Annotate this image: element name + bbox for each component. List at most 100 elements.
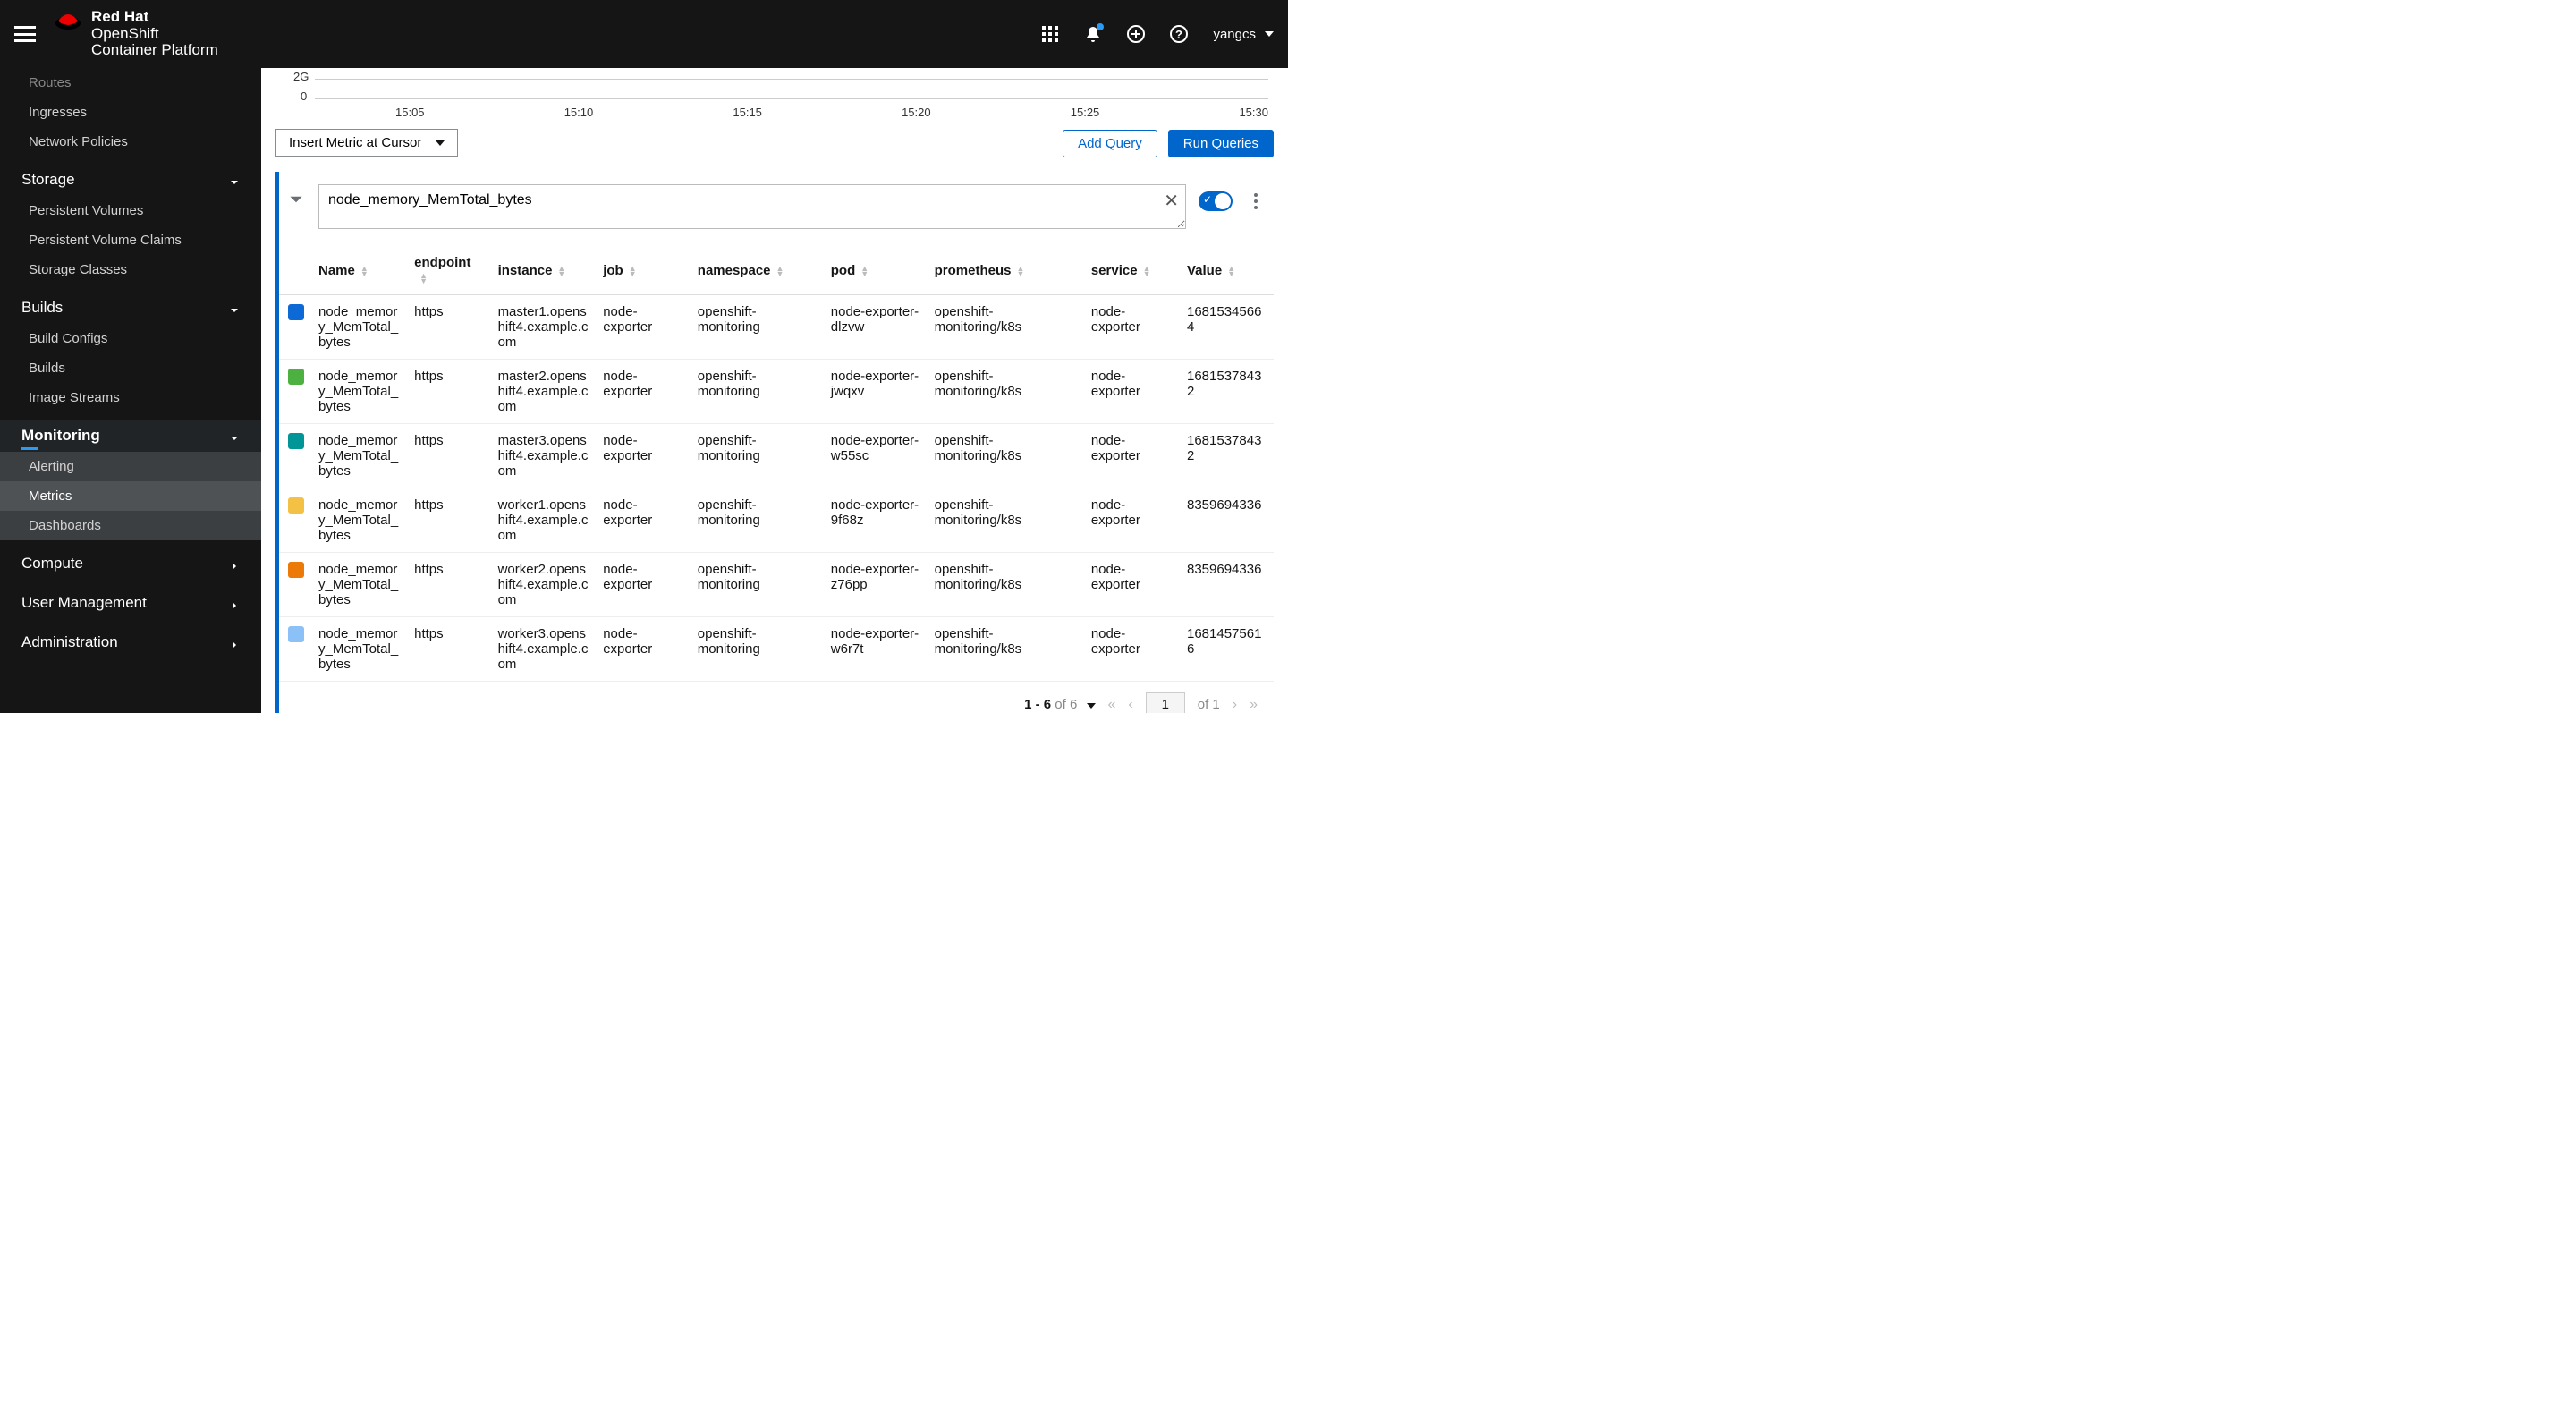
- sidebar-section-user-management[interactable]: User Management: [0, 587, 261, 619]
- sidebar-item-metrics[interactable]: Metrics: [0, 481, 261, 511]
- clear-query-icon[interactable]: ✕: [1164, 190, 1179, 212]
- sidebar-item-storage-classes[interactable]: Storage Classes: [0, 255, 261, 284]
- sidebar-section-storage[interactable]: Storage: [0, 164, 261, 196]
- query-kebab-menu[interactable]: [1249, 191, 1263, 211]
- sort-icon[interactable]: ▲▼: [360, 266, 369, 276]
- cell-endpoint: https: [407, 360, 490, 424]
- page-prev-button[interactable]: ‹: [1128, 697, 1132, 713]
- sidebar-item-builds[interactable]: Builds: [0, 353, 261, 383]
- sort-icon[interactable]: ▲▼: [419, 273, 428, 284]
- sidebar-section-monitoring[interactable]: Monitoring: [0, 420, 261, 452]
- query-enabled-toggle[interactable]: [1199, 191, 1233, 211]
- cell-endpoint: https: [407, 488, 490, 553]
- insert-metric-dropdown[interactable]: Insert Metric at Cursor: [275, 129, 458, 157]
- cell-job: node-exporter: [596, 488, 691, 553]
- cell-prometheus: openshift-monitoring/k8s: [928, 553, 1084, 617]
- cell-job: node-exporter: [596, 360, 691, 424]
- cell-namespace: openshift-monitoring: [691, 360, 824, 424]
- sort-icon[interactable]: ▲▼: [557, 266, 565, 276]
- sidebar-section-compute[interactable]: Compute: [0, 547, 261, 580]
- help-icon[interactable]: ?: [1170, 25, 1188, 43]
- page-last-button[interactable]: »: [1250, 697, 1258, 713]
- y-tick-2g: 2G: [293, 70, 365, 83]
- main-content: 2G 0 15:05 15:10 15:15 15:20 15:25 15:30…: [261, 68, 1288, 713]
- chevron-right-icon: [229, 598, 240, 608]
- cell-job: node-exporter: [596, 295, 691, 360]
- cell-prometheus: openshift-monitoring/k8s: [928, 360, 1084, 424]
- cell-value: 16814575616: [1180, 617, 1274, 682]
- cell-value: 16815345664: [1180, 295, 1274, 360]
- cell-instance: worker2.openshift4.example.com: [491, 553, 597, 617]
- sort-icon[interactable]: ▲▼: [1016, 266, 1024, 276]
- page-first-button[interactable]: «: [1108, 697, 1116, 713]
- th-service[interactable]: service▲▼: [1084, 246, 1180, 295]
- page-number-input[interactable]: 1: [1146, 692, 1185, 713]
- sort-icon[interactable]: ▲▼: [860, 266, 869, 276]
- cell-service: node-exporter: [1084, 360, 1180, 424]
- sidebar-item-image-streams[interactable]: Image Streams: [0, 383, 261, 412]
- run-queries-button[interactable]: Run Queries: [1168, 130, 1274, 157]
- page-next-button[interactable]: ›: [1233, 697, 1237, 713]
- sidebar-item-build-configs[interactable]: Build Configs: [0, 324, 261, 353]
- th-instance[interactable]: instance▲▼: [491, 246, 597, 295]
- cell-service: node-exporter: [1084, 553, 1180, 617]
- username-label: yangcs: [1213, 27, 1256, 42]
- cell-service: node-exporter: [1084, 424, 1180, 488]
- sort-icon[interactable]: ▲▼: [1227, 266, 1235, 276]
- cell-endpoint: https: [407, 553, 490, 617]
- cell-endpoint: https: [407, 295, 490, 360]
- th-endpoint[interactable]: endpoint▲▼: [407, 246, 490, 295]
- chevron-right-icon: [229, 558, 240, 569]
- sidebar-item-routes[interactable]: Routes: [0, 68, 261, 98]
- sidebar-section-administration[interactable]: Administration: [0, 626, 261, 658]
- sort-icon[interactable]: ▲▼: [629, 266, 637, 276]
- sidebar-section-builds[interactable]: Builds: [0, 292, 261, 324]
- bell-icon[interactable]: [1084, 25, 1102, 43]
- cell-namespace: openshift-monitoring: [691, 295, 824, 360]
- sort-icon[interactable]: ▲▼: [776, 266, 784, 276]
- th-value[interactable]: Value▲▼: [1180, 246, 1274, 295]
- chevron-right-icon: [229, 637, 240, 648]
- sidebar-item-dashboards[interactable]: Dashboards: [0, 511, 261, 540]
- cell-prometheus: openshift-monitoring/k8s: [928, 295, 1084, 360]
- sidebar-item-pv[interactable]: Persistent Volumes: [0, 196, 261, 225]
- pagination: 1 - 6 of 6 « ‹ 1 of 1 › »: [279, 682, 1274, 713]
- cell-service: node-exporter: [1084, 488, 1180, 553]
- sidebar-item-alerting[interactable]: Alerting: [0, 452, 261, 481]
- th-prometheus[interactable]: prometheus▲▼: [928, 246, 1084, 295]
- query-textarea[interactable]: [318, 184, 1186, 229]
- collapse-icon[interactable]: [286, 190, 306, 209]
- user-menu[interactable]: yangcs: [1213, 27, 1274, 42]
- product-name-l1: Red Hat: [91, 9, 218, 26]
- plus-circle-icon[interactable]: [1127, 25, 1145, 43]
- sidebar-item-network-policies[interactable]: Network Policies: [0, 127, 261, 157]
- series-color-swatch: [288, 304, 304, 320]
- series-color-swatch: [288, 497, 304, 514]
- cell-value: 16815378432: [1180, 360, 1274, 424]
- th-name[interactable]: Name▲▼: [311, 246, 407, 295]
- th-job[interactable]: job▲▼: [596, 246, 691, 295]
- apps-icon[interactable]: [1041, 25, 1059, 43]
- cell-pod: node-exporter-z76pp: [824, 553, 928, 617]
- cell-instance: master2.openshift4.example.com: [491, 360, 597, 424]
- x-tick: 15:20: [902, 106, 931, 119]
- page-range: 1 - 6: [1024, 697, 1051, 712]
- series-color-swatch: [288, 433, 304, 449]
- cell-instance: worker3.openshift4.example.com: [491, 617, 597, 682]
- sidebar-section-label: Administration: [21, 633, 118, 651]
- caret-down-icon[interactable]: [1087, 703, 1096, 709]
- x-tick: 15:10: [564, 106, 594, 119]
- th-pod[interactable]: pod▲▼: [824, 246, 928, 295]
- sidebar-item-pvc[interactable]: Persistent Volume Claims: [0, 225, 261, 255]
- series-color-swatch: [288, 562, 304, 578]
- sidebar-section-label: Builds: [21, 299, 63, 317]
- hamburger-menu-button[interactable]: [14, 23, 36, 45]
- cell-namespace: openshift-monitoring: [691, 488, 824, 553]
- cell-service: node-exporter: [1084, 617, 1180, 682]
- add-query-button[interactable]: Add Query: [1063, 130, 1157, 157]
- th-namespace[interactable]: namespace▲▼: [691, 246, 824, 295]
- query-input-wrap: ✕: [318, 184, 1186, 233]
- sidebar-item-ingresses[interactable]: Ingresses: [0, 98, 261, 127]
- sort-icon[interactable]: ▲▼: [1143, 266, 1151, 276]
- table-row: node_memory_MemTotal_byteshttpsworker1.o…: [279, 488, 1274, 553]
